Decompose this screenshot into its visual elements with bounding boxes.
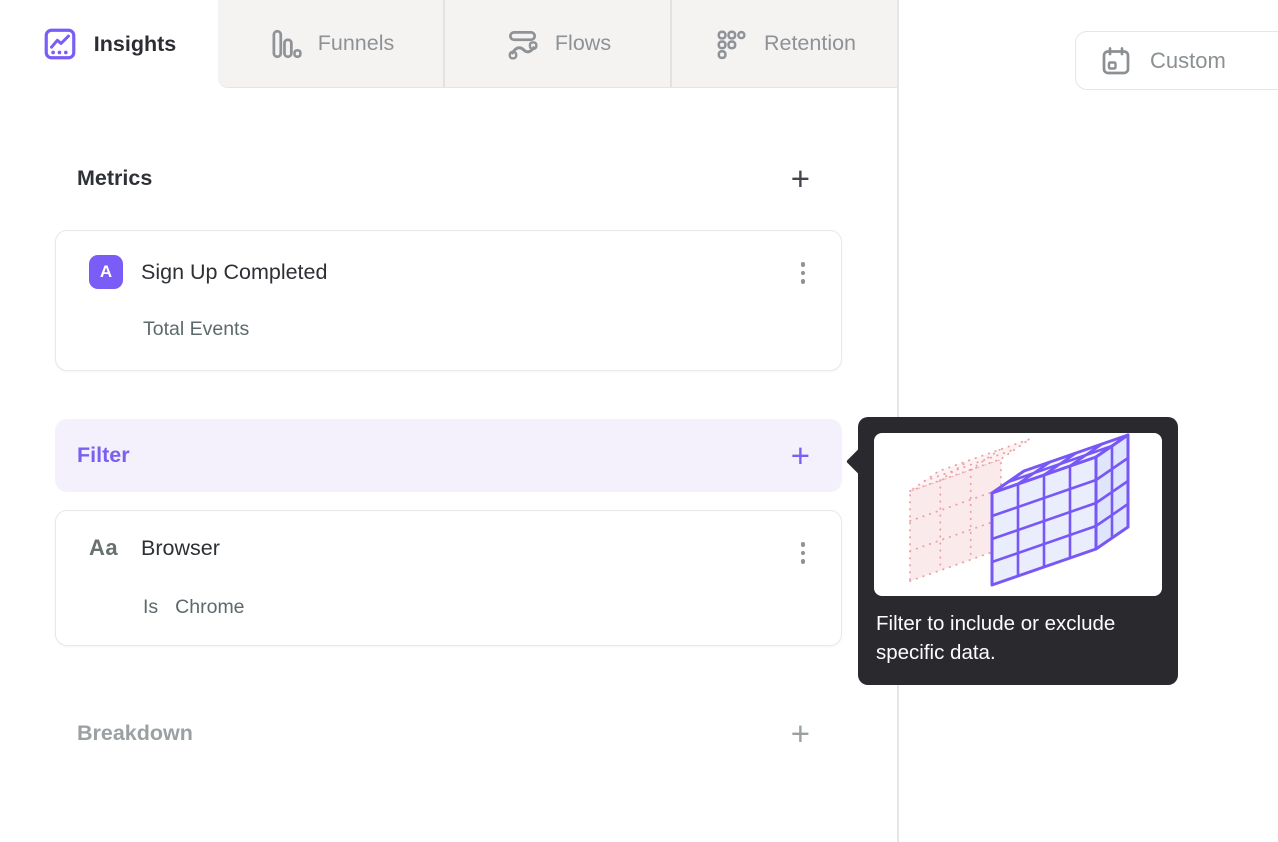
filter-card-row: Aa Browser [89,535,220,561]
retention-dots-icon [713,26,749,62]
breakdown-section-header: Breakdown + [55,712,842,754]
custom-date-range-button[interactable]: Custom [1075,31,1278,90]
metric-aggregation[interactable]: Total Events [143,318,249,341]
tooltip-illustration [874,433,1162,596]
query-builder-panel: Insights Funnels Flows Retention Metrics… [0,0,897,842]
filter-card-menu-button[interactable] [793,537,813,569]
funnels-bars-icon [267,26,303,62]
breakdown-label: Breakdown [77,720,193,745]
calendar-icon [1099,44,1133,78]
tab-retention-label: Retention [763,31,857,55]
kebab-dot [800,270,806,276]
filter-label: Filter [77,443,130,467]
metrics-section-header: Metrics + [55,157,842,199]
custom-date-range-label: Custom [1150,47,1226,73]
tooltip-text: Filter to include or exclude specific da… [876,612,1116,664]
kebab-dot [800,279,806,284]
metric-card-row: A Sign Up Completed [89,255,327,289]
filter-tooltip: Filter to include or exclude specific da… [846,417,1178,685]
text-property-icon: Aa [89,535,119,560]
inactive-tabs-group: Funnels Flows Retention [218,0,897,88]
tab-funnels[interactable]: Funnels [218,0,443,87]
report-tabbar: Insights Funnels Flows Retention [0,0,897,88]
filter-condition: Is Chrome [143,596,245,619]
add-breakdown-button[interactable]: + [791,717,810,750]
tab-funnels-label: Funnels [317,31,395,55]
kebab-dot [800,550,806,556]
metric-card-sign-up-completed[interactable]: A Sign Up Completed Total Events [55,230,842,371]
event-a-badge: A [89,255,123,289]
tab-insights[interactable]: Insights [0,0,218,88]
filter-section-header[interactable]: Filter + [55,419,842,492]
app-window: Insights Funnels Flows Retention Metrics… [0,0,1278,842]
kebab-dot [800,542,806,547]
kebab-dot [800,559,806,564]
add-metric-button[interactable]: + [791,162,810,195]
metric-card-menu-button[interactable] [793,257,813,289]
data-cube-illustration [909,433,1130,587]
tab-flows[interactable]: Flows [443,0,670,87]
insights-chart-icon [42,26,78,62]
filter-value[interactable]: Chrome [175,596,244,619]
kebab-dot [800,262,806,267]
flows-wave-icon [504,26,540,62]
filter-card-browser[interactable]: Aa Browser Is Chrome [55,510,842,646]
filter-operator[interactable]: Is [143,596,158,619]
metrics-label: Metrics [77,165,153,190]
filter-property-name: Browser [141,535,220,560]
add-filter-button[interactable]: + [791,439,810,472]
tab-insights-label: Insights [93,31,177,56]
metric-event-name: Sign Up Completed [141,259,328,284]
tab-flows-label: Flows [554,31,612,55]
tab-retention[interactable]: Retention [670,0,897,87]
